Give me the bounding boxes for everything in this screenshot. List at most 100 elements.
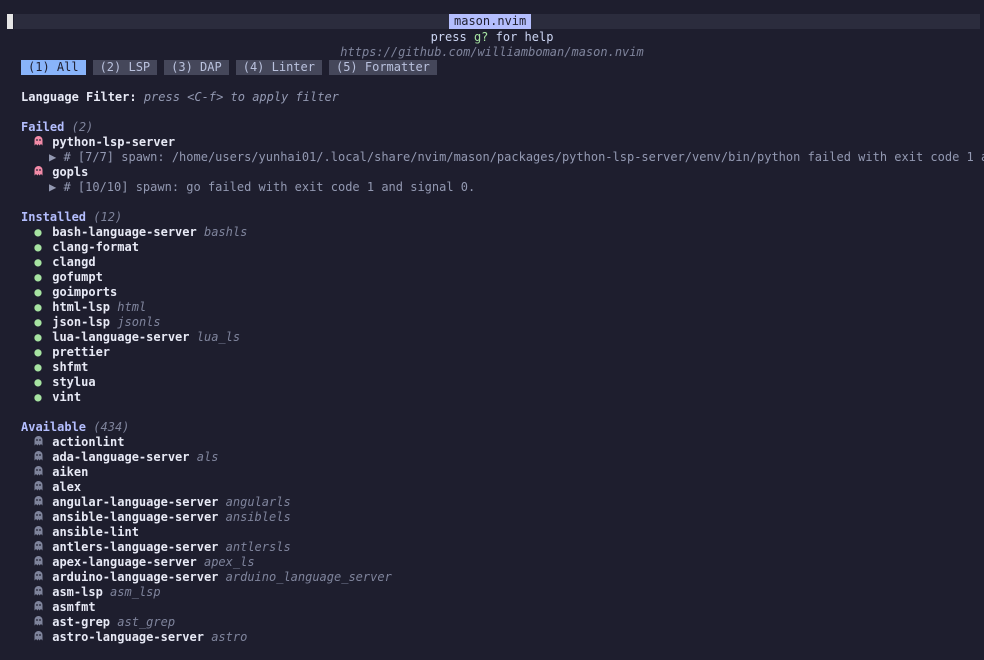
section-count: (2)	[71, 120, 94, 134]
section-title: Available	[21, 420, 87, 434]
ghost-icon	[31, 630, 45, 645]
dot-icon: ●	[34, 300, 42, 314]
tab-bar: (1) All (2) LSP (3) DAP (4) Linter (5) Forma…	[21, 60, 444, 75]
package-name: vint	[52, 390, 82, 404]
dot-icon: ●	[34, 285, 42, 299]
package-name: html-lsp	[52, 300, 111, 314]
section-count: (434)	[93, 420, 130, 434]
package-alias: jsonls	[117, 315, 161, 329]
error-log[interactable]: ▶ # [7/7] spawn: /home/users/yunhai01/.l…	[49, 150, 984, 165]
package-row[interactable]: ast-grep ast_grep	[31, 615, 175, 630]
package-row[interactable]: ansible-language-server ansiblels	[31, 510, 291, 525]
package-name: shfmt	[52, 360, 89, 374]
error-log[interactable]: ▶ # [10/10] spawn: go failed with exit c…	[49, 180, 475, 195]
ghost-icon	[31, 570, 45, 585]
package-row[interactable]: ● gofumpt	[31, 270, 103, 285]
ghost-icon	[31, 510, 45, 525]
package-name: json-lsp	[52, 315, 111, 329]
package-row[interactable]: ● vint	[31, 390, 81, 405]
package-row[interactable]: aiken	[31, 465, 88, 480]
package-row[interactable]: ● prettier	[31, 345, 110, 360]
dot-icon: ●	[34, 240, 42, 254]
package-name: gopls	[52, 165, 89, 179]
package-row[interactable]: ● bash-language-server bashls	[31, 225, 247, 240]
package-row[interactable]: astro-language-server astro	[31, 630, 247, 645]
package-row[interactable]: ● stylua	[31, 375, 96, 390]
dot-icon: ●	[34, 375, 42, 389]
section-title: Installed	[21, 210, 87, 224]
help-suffix: for help	[488, 30, 554, 44]
tab-all[interactable]: (1) All	[21, 60, 86, 75]
package-row[interactable]: ● lua-language-server lua_ls	[31, 330, 240, 345]
package-name: aiken	[52, 465, 89, 479]
dot-icon: ●	[34, 360, 42, 374]
ghost-icon	[31, 600, 45, 615]
ghost-icon	[31, 435, 45, 450]
ghost-icon	[31, 615, 45, 630]
package-row[interactable]: actionlint	[31, 435, 124, 450]
package-name: goimports	[52, 285, 118, 299]
tab-dap[interactable]: (3) DAP	[164, 60, 229, 75]
package-row[interactable]: ● shfmt	[31, 360, 88, 375]
section-heading-installed: Installed (12)	[21, 210, 122, 225]
package-name: ada-language-server	[52, 450, 190, 464]
package-row[interactable]: asm-lsp asm_lsp	[31, 585, 161, 600]
package-row[interactable]: python-lsp-server	[31, 135, 175, 150]
ghost-icon	[31, 165, 45, 180]
package-name: angular-language-server	[52, 495, 219, 509]
tab-linter[interactable]: (4) Linter	[235, 60, 322, 75]
package-name: asmfmt	[52, 600, 96, 614]
package-alias: bashls	[203, 225, 248, 239]
help-key[interactable]: g?	[474, 30, 488, 44]
package-name: astro-language-server	[52, 630, 204, 644]
package-row[interactable]: ansible-lint	[31, 525, 139, 540]
package-alias: ansiblels	[225, 510, 291, 524]
package-row[interactable]: antlers-language-server antlersls	[31, 540, 291, 555]
package-name: gofumpt	[52, 270, 103, 284]
ghost-icon	[31, 555, 45, 570]
tab-lsp[interactable]: (2) LSP	[92, 60, 158, 75]
package-name: prettier	[52, 345, 111, 359]
package-name: actionlint	[52, 435, 125, 449]
package-row[interactable]: arduino-language-server arduino_language…	[31, 570, 392, 585]
package-row[interactable]: ● clangd	[31, 255, 96, 270]
package-alias: asm_lsp	[110, 585, 161, 599]
dot-icon: ●	[34, 255, 42, 269]
package-row[interactable]: apex-language-server apex_ls	[31, 555, 255, 570]
ghost-icon	[31, 495, 45, 510]
section-heading-available: Available (434)	[21, 420, 129, 435]
package-row[interactable]: ● clang-format	[31, 240, 139, 255]
dot-icon: ●	[34, 315, 42, 329]
section-count: (12)	[93, 210, 123, 224]
package-row[interactable]: ● html-lsp html	[31, 300, 146, 315]
ghost-icon	[31, 135, 45, 150]
package-row[interactable]: ada-language-server als	[31, 450, 218, 465]
help-line: press g? for help	[0, 30, 984, 45]
package-row[interactable]: alex	[31, 480, 81, 495]
cursor	[7, 14, 13, 29]
language-filter[interactable]: Language Filter: press <C-f> to apply fi…	[21, 90, 339, 105]
package-alias: angularls	[225, 495, 291, 509]
package-alias: antlersls	[225, 540, 291, 554]
dot-icon: ●	[34, 330, 42, 344]
window-title: mason.nvim	[449, 14, 532, 29]
package-row[interactable]: ● goimports	[31, 285, 117, 300]
package-name: bash-language-server	[52, 225, 197, 239]
dot-icon: ●	[34, 225, 42, 239]
package-row[interactable]: ● json-lsp jsonls	[31, 315, 161, 330]
package-row[interactable]: gopls	[31, 165, 88, 180]
dot-icon: ●	[34, 270, 42, 284]
package-alias: astro	[211, 630, 248, 644]
repo-url[interactable]: https://github.com/williamboman/mason.nv…	[0, 45, 984, 60]
tab-formatter[interactable]: (5) Formatter	[328, 60, 437, 75]
section-title: Failed	[21, 120, 65, 134]
package-row[interactable]: angular-language-server angularls	[31, 495, 291, 510]
package-name: ast-grep	[52, 615, 111, 629]
package-alias: als	[196, 450, 219, 464]
package-row[interactable]: asmfmt	[31, 600, 96, 615]
package-name: antlers-language-server	[52, 540, 219, 554]
package-name: clangd	[52, 255, 96, 269]
package-name: alex	[52, 480, 82, 494]
package-name: stylua	[52, 375, 96, 389]
dot-icon: ●	[34, 390, 42, 404]
